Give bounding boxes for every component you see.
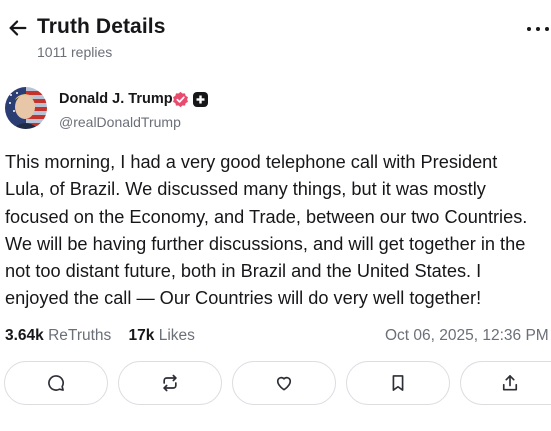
reply-button[interactable]: [4, 361, 108, 405]
truth-details-page: Truth Details 1011 replies Donald J. Tru…: [0, 0, 551, 431]
post-timestamp: Oct 06, 2025, 12:36 PM: [385, 327, 549, 344]
verified-badge-icon: [173, 91, 188, 108]
retruths-label[interactable]: ReTruths: [48, 327, 111, 344]
share-button[interactable]: [460, 361, 551, 405]
author-name[interactable]: Donald J. Trump: [59, 91, 173, 107]
more-options-button[interactable]: [527, 22, 549, 36]
post-stats: 3.64k ReTruths 17k Likes: [5, 327, 195, 345]
bookmark-button[interactable]: [346, 361, 450, 405]
retruth-button[interactable]: [118, 361, 222, 405]
bookmark-icon: [392, 375, 404, 391]
retruth-icon: [163, 374, 177, 392]
reply-count: 1011 replies: [37, 44, 113, 60]
more-horizontal-icon: [527, 27, 531, 31]
share-icon: [502, 375, 518, 391]
likes-label[interactable]: Likes: [159, 327, 195, 344]
page-title: Truth Details: [37, 15, 166, 38]
author-handle[interactable]: @realDonaldTrump: [59, 114, 181, 130]
reply-icon: [48, 375, 64, 391]
plus-badge-icon: [193, 92, 208, 107]
heart-icon: [276, 376, 292, 391]
header: Truth Details 1011 replies: [0, 0, 551, 72]
like-button[interactable]: [232, 361, 336, 405]
likes-count[interactable]: 17k: [129, 327, 155, 344]
more-horizontal-icon: [536, 27, 540, 31]
retruths-count[interactable]: 3.64k: [5, 327, 44, 344]
avatar[interactable]: [5, 87, 47, 129]
post-text: This morning, I had a very good telephon…: [5, 152, 528, 309]
arrow-left-icon: [9, 20, 27, 36]
back-button[interactable]: [6, 16, 30, 40]
more-horizontal-icon: [545, 27, 549, 31]
